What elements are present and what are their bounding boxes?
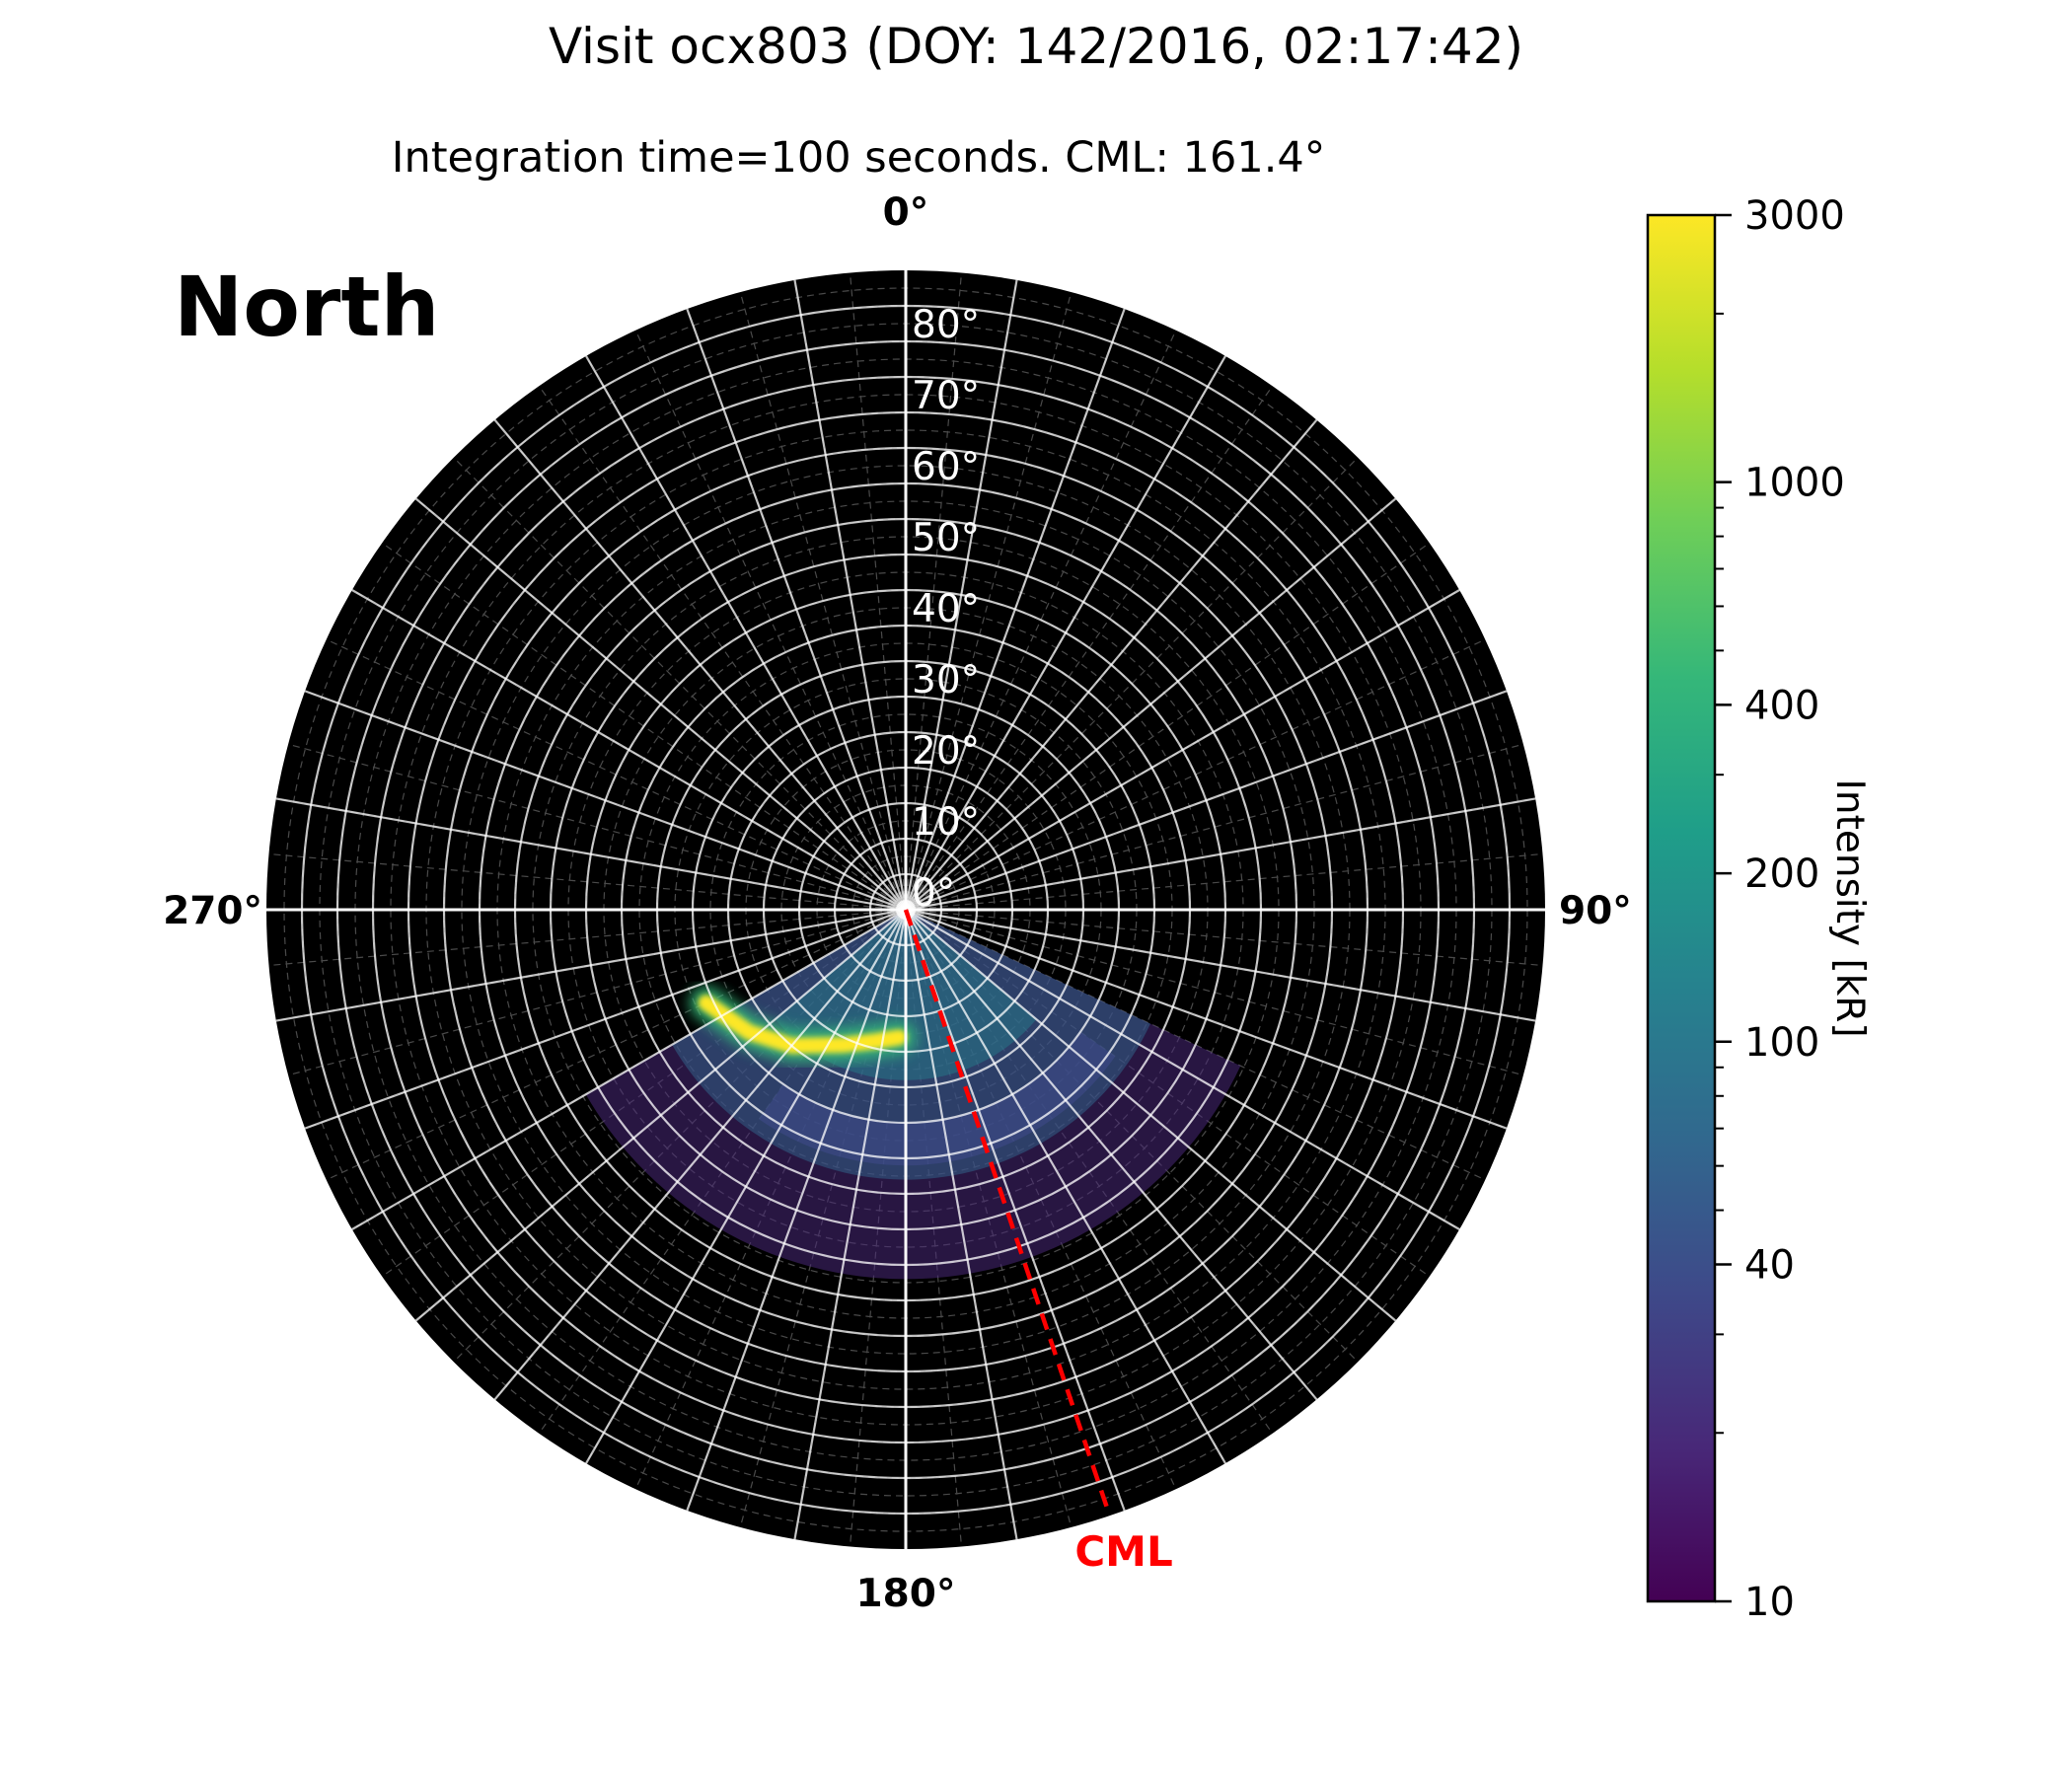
colorbar-tick-label: 1000 [1744, 461, 1845, 506]
colorbar: 10 40 100 200 400 1000 3000 Intensity [kR] [1646, 193, 1872, 1625]
radial-tick-label: 0° [912, 871, 955, 916]
radial-tick-label: 60° [912, 445, 980, 489]
radial-tick-label: 40° [912, 587, 980, 631]
angular-tick-label: 0° [883, 190, 929, 235]
radial-tick-label: 20° [912, 729, 980, 774]
radial-tick-label: 30° [912, 658, 980, 703]
colorbar-gradient [1646, 213, 1717, 1603]
colorbar-tick-label: 100 [1744, 1020, 1819, 1066]
colorbar-label: Intensity [kR] [1827, 778, 1872, 1037]
colorbar-tick-label: 3000 [1744, 193, 1845, 239]
figure: Visit ocx803 (DOY: 142/2016, 02:17:42) I… [0, 0, 2072, 1776]
radial-tick-label: 10° [912, 800, 980, 845]
colorbar-tick-label: 400 [1744, 683, 1819, 728]
radial-tick-label: 70° [912, 374, 980, 418]
radial-tick-label: 50° [912, 516, 980, 560]
polar-axes: 0° 10° 20° 30° 40° 50° 60° 70° 80° 0° 90° 180° 270° C… [163, 190, 1632, 1616]
colorbar-tick-label: 40 [1744, 1243, 1795, 1289]
angular-tick-label: 270° [163, 889, 262, 933]
angular-tick-label: 90° [1559, 889, 1632, 933]
colorbar-tick-label: 200 [1744, 851, 1819, 897]
radial-tick-label: 80° [912, 303, 980, 347]
cml-label: CML [1074, 1527, 1172, 1576]
polar-plot: 0° 10° 20° 30° 40° 50° 60° 70° 80° 0° 90° 180° 270° C… [163, 190, 1872, 1625]
angular-tick-label: 180° [856, 1572, 956, 1616]
colorbar-tick-label: 10 [1744, 1580, 1795, 1625]
